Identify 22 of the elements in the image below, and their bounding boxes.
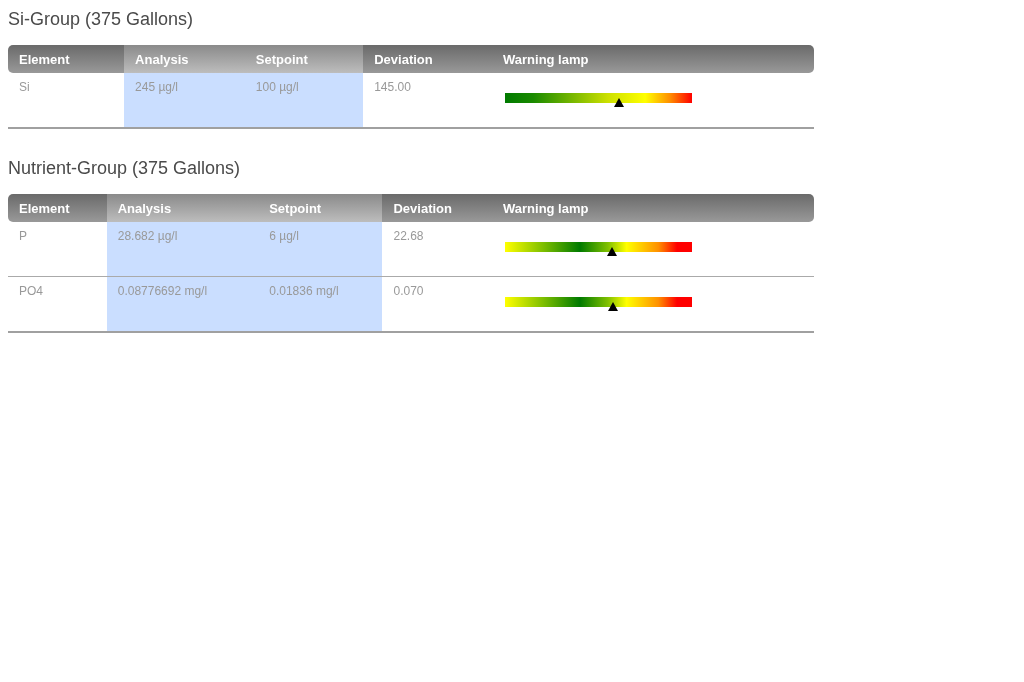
table-cell: 145.00 bbox=[363, 73, 492, 129]
table-cell: 28.682 µg/l bbox=[106, 222, 259, 277]
table-cell: P bbox=[8, 222, 107, 277]
column-header: Setpoint bbox=[244, 45, 364, 73]
column-header: Warning lamp bbox=[492, 194, 814, 222]
column-header: Element bbox=[8, 194, 107, 222]
table-cell: 245 µg/l bbox=[124, 73, 245, 129]
group-title: Nutrient-Group (375 Gallons) bbox=[8, 157, 242, 179]
column-header: Analysis bbox=[106, 194, 259, 222]
column-header: Deviation bbox=[363, 45, 492, 73]
table-cell: 100 µg/l bbox=[244, 73, 364, 129]
column-header: Element bbox=[8, 45, 125, 73]
group-title: Si-Group (375 Gallons) bbox=[8, 8, 195, 30]
column-header: Setpoint bbox=[258, 194, 383, 222]
table-cell: 0.08776692 mg/l bbox=[106, 277, 259, 333]
table-cell: 22.68 bbox=[382, 222, 492, 277]
column-header: Warning lamp bbox=[492, 45, 814, 73]
column-header: Analysis bbox=[124, 45, 245, 73]
table-cell: 0.01836 mg/l bbox=[258, 277, 383, 333]
column-header: Deviation bbox=[382, 194, 492, 222]
table-cell: 0.070 bbox=[382, 277, 492, 333]
table-cell: 6 µg/l bbox=[258, 222, 383, 277]
